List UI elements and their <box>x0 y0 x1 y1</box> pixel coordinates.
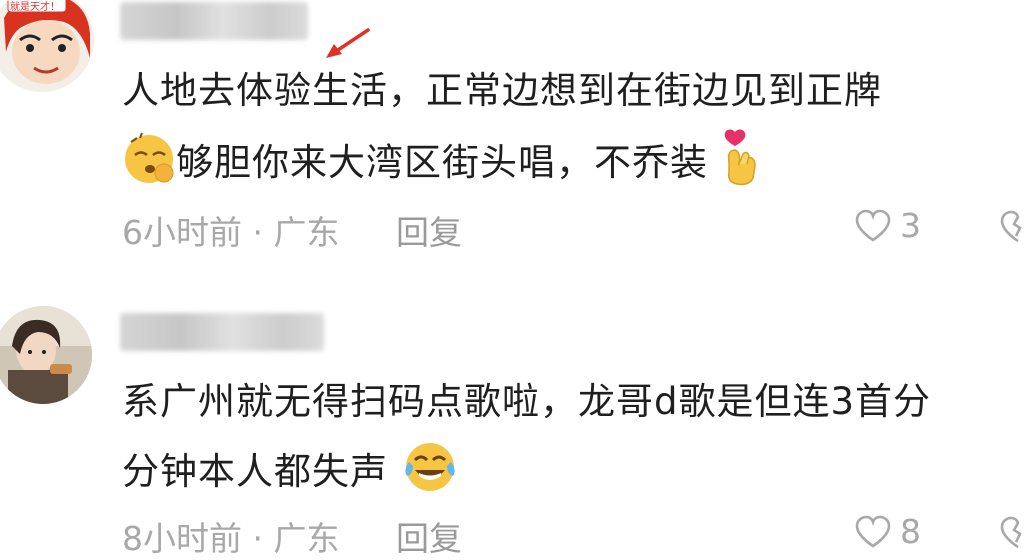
comment-meta: 6小时前 · 广东 回复 <box>122 206 462 254</box>
meta-dot: · <box>252 213 274 252</box>
avatar-badge: 就是天才！ <box>10 2 60 13</box>
dislike-button[interactable] <box>998 516 1032 554</box>
comment-text-line: 够胆你来大湾区街头唱，不乔装 <box>122 128 765 201</box>
comment-text-line: 人地去体验生活，正常边想到在街边见到正牌 <box>122 69 882 112</box>
comment-text-segment: 分钟本人都失声 <box>122 450 388 493</box>
avatar[interactable] <box>0 306 92 404</box>
like-button[interactable]: 8 <box>854 512 921 551</box>
comment-location: 广东 <box>273 519 340 558</box>
heart-icon <box>855 209 891 242</box>
comment-text-segment: 够胆你来大湾区街头唱，不乔装 <box>176 141 708 184</box>
broken-heart-icon <box>1000 210 1022 243</box>
username-blurred[interactable] <box>120 2 308 40</box>
reply-button[interactable]: 回复 <box>396 213 462 252</box>
reply-button[interactable]: 回复 <box>396 519 462 558</box>
comment-time: 6小时前 <box>122 213 242 252</box>
meta-dot: · <box>252 519 274 558</box>
comment-text-line: 系广州就无得扫码点歌啦，龙哥d歌是但连3首分 <box>122 380 932 423</box>
comment-time: 8小时前 <box>122 519 242 558</box>
comment-location: 广东 <box>273 213 340 252</box>
comment-item: 系广州就无得扫码点歌啦，龙哥d歌是但连3首分 分钟本人都失声 8小时前 · 广东… <box>0 290 1032 558</box>
dislike-button[interactable] <box>998 210 1032 248</box>
like-button[interactable]: 3 <box>854 206 921 245</box>
broken-heart-icon <box>1000 516 1022 549</box>
like-count: 8 <box>900 512 921 551</box>
comment-text-line: 分钟本人都失声 <box>122 440 459 507</box>
comment-item: 就是天才！ 人地去体验生活，正常边想到在街边见到正牌 够胆你来大湾区街头唱，不乔… <box>0 0 1032 270</box>
tears-of-joy-emoji <box>401 440 459 507</box>
heart-icon <box>855 515 891 548</box>
photo-avatar-icon <box>0 306 92 404</box>
annotation-arrow-icon <box>326 28 370 58</box>
sleepy-face-emoji <box>122 131 176 198</box>
username-blurred[interactable] <box>120 313 324 351</box>
like-count: 3 <box>900 206 921 245</box>
avatar[interactable]: 就是天才！ <box>0 0 94 92</box>
comment-meta: 8小时前 · 广东 回复 <box>122 512 462 560</box>
finger-heart-emoji <box>721 128 765 201</box>
cartoon-avatar-icon <box>0 0 94 92</box>
